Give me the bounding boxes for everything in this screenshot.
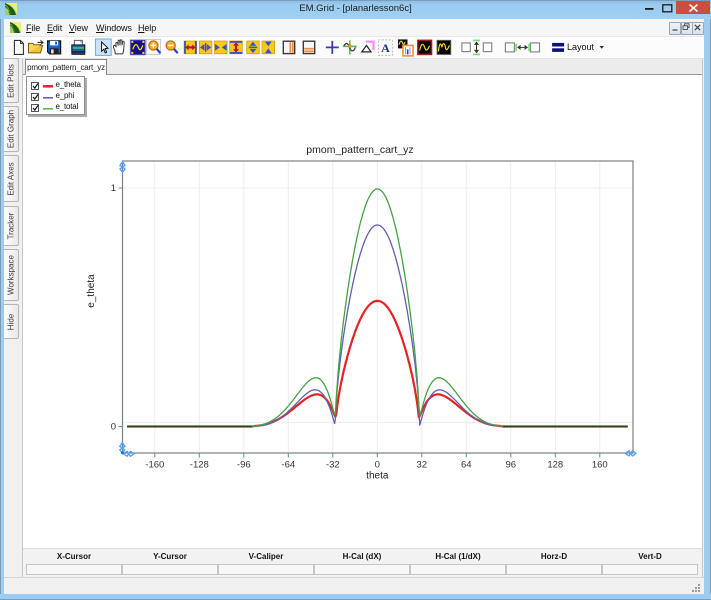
- svg-text:A: A: [381, 41, 390, 55]
- svg-text:Layout: Layout: [567, 42, 595, 52]
